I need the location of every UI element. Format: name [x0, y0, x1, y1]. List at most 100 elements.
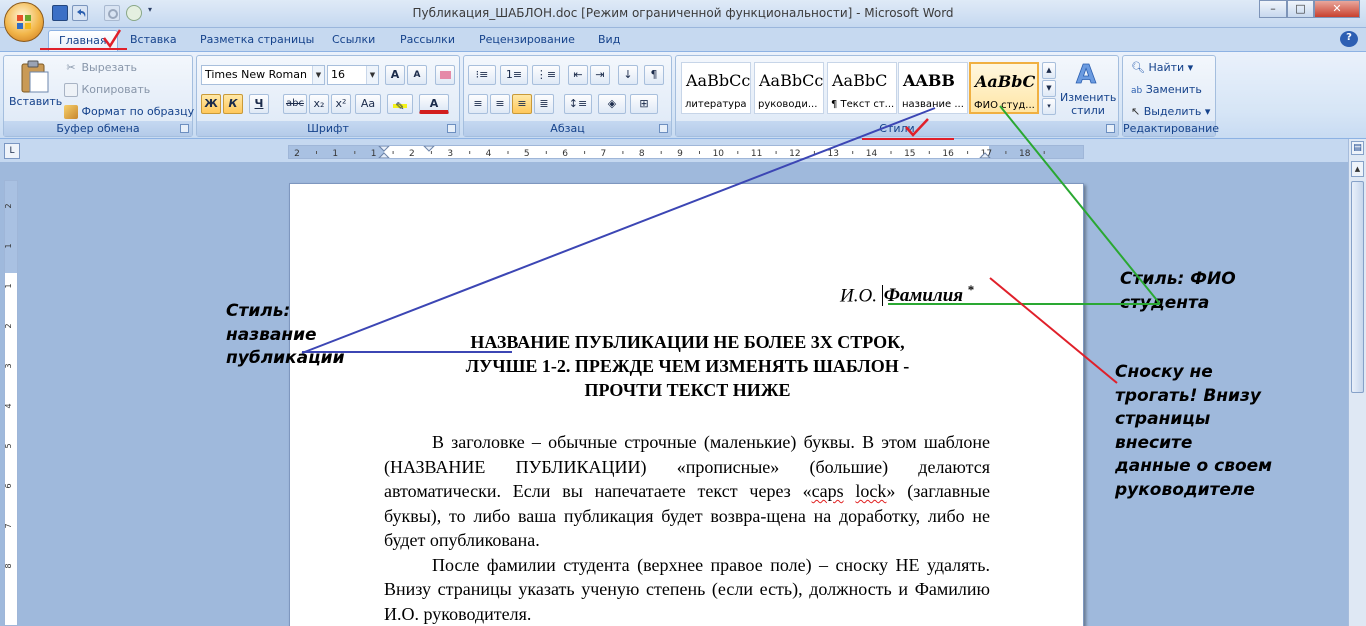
misspelled-word: caps	[811, 481, 844, 501]
copy-button[interactable]: Копировать	[64, 83, 150, 97]
ruler-tick	[737, 151, 739, 154]
paste-button[interactable]: Вставить	[9, 60, 63, 122]
close-button[interactable]: ✕	[1314, 0, 1360, 18]
ruler-tick	[469, 151, 471, 154]
indent-icon: ⇥	[595, 68, 605, 81]
ruler-toggle-icon[interactable]: ▤	[1351, 141, 1364, 155]
highlight-button[interactable]: ✎	[387, 94, 413, 114]
font-size-combo[interactable]: 16 ▼	[327, 65, 379, 85]
bold-button[interactable]: Ж	[201, 94, 221, 114]
format-painter-label: Формат по образцу	[81, 105, 195, 118]
change-styles-button[interactable]: A Изменить стили	[1060, 58, 1116, 117]
minimize-button[interactable]: –	[1259, 0, 1287, 18]
tab-page-layout[interactable]: Разметка страницы	[190, 30, 324, 51]
horizontal-ruler[interactable]: 2 1 1 2 3 4 5 6 7 8 9 10 11 12 13 14 15 16 17 18	[288, 145, 1084, 159]
align-left-icon: ≡	[473, 97, 483, 110]
find-button[interactable]: 🔍︎ Найти ▾	[1131, 61, 1193, 74]
underline-button[interactable]: Ч	[249, 94, 269, 114]
align-right-icon: ≡	[517, 97, 527, 110]
superscript-button[interactable]: x²	[331, 94, 351, 114]
increase-indent-button[interactable]: ⇥	[590, 65, 610, 85]
title-bar: ▾ Публикация_ШАБЛОН.doc [Режим ограничен…	[0, 0, 1366, 28]
tab-review[interactable]: Рецензирование	[469, 30, 585, 51]
group-label-editing: Редактирование	[1123, 121, 1219, 136]
styles-scroll-down[interactable]: ▼	[1042, 80, 1056, 97]
paragraph-launcher-icon[interactable]	[659, 124, 668, 133]
style-tekst[interactable]: AaBbC ¶ Текст ст...	[827, 62, 897, 114]
annotation-line: название	[226, 324, 317, 345]
strikethrough-button[interactable]: abc	[283, 94, 307, 114]
scrollbar-thumb[interactable]	[1351, 181, 1364, 393]
scroll-up-button[interactable]: ▲	[1351, 161, 1364, 177]
shrink-font-button[interactable]: A	[407, 65, 427, 85]
font-name-combo[interactable]: Times New Roman ▼	[201, 65, 325, 85]
italic-button[interactable]: К	[223, 94, 243, 114]
style-sample: AaBbC	[975, 72, 1036, 91]
group-paragraph: ⁝≡ 1≡ ⋮≡ ⇤ ⇥ ↓ ¶ ≡ ≡ ≡ ≣ ↕≡ ◈ ⊞ Абзац	[463, 55, 672, 137]
clear-formatting-button[interactable]	[435, 65, 455, 85]
style-rukovoditel[interactable]: AaBbCc руководи...	[754, 62, 824, 114]
tab-references[interactable]: Ссылки	[322, 30, 385, 51]
tab-selector[interactable]: L	[4, 143, 20, 159]
ruler-number: 18	[1019, 149, 1031, 158]
office-button[interactable]	[4, 2, 44, 42]
font-color-button[interactable]: A	[419, 94, 449, 114]
replace-icon: ab	[1131, 86, 1143, 96]
shading-button[interactable]: ◈	[598, 94, 626, 114]
align-center-button[interactable]: ≡	[490, 94, 510, 114]
grow-font-button[interactable]: A	[385, 65, 405, 85]
heading-line-3[interactable]: ПРОЧТИ ТЕКСТ НИЖЕ	[290, 380, 1085, 401]
multilevel-list-button[interactable]: ⋮≡	[532, 65, 560, 85]
cut-button[interactable]: ✂ Вырезать	[64, 61, 137, 75]
clipboard-launcher-icon[interactable]	[180, 124, 189, 133]
tab-insert[interactable]: Вставка	[120, 30, 187, 51]
footnote-mark[interactable]: *	[968, 282, 975, 297]
line-spacing-button[interactable]: ↕≡	[564, 94, 592, 114]
tab-view[interactable]: Вид	[588, 30, 630, 51]
ruler-number: 14	[866, 149, 878, 158]
vertical-scrollbar[interactable]: ▤ ▲	[1348, 139, 1366, 626]
chevron-down-icon[interactable]: ▼	[366, 66, 378, 84]
styles-scroll-up[interactable]: ▲	[1042, 62, 1056, 79]
styles-launcher-icon[interactable]	[1106, 124, 1115, 133]
styles-more[interactable]: ▾	[1042, 98, 1056, 115]
style-fio-student[interactable]: AaBbC ФИО студ...	[969, 62, 1039, 114]
bullets-button[interactable]: ⁝≡	[468, 65, 496, 85]
replace-button[interactable]: ab Заменить	[1131, 83, 1202, 96]
format-painter-button[interactable]: Формат по образцу	[64, 105, 194, 119]
change-case-button[interactable]: Aa	[355, 94, 381, 114]
subscript-button[interactable]: x₂	[309, 94, 329, 114]
chevron-down-icon[interactable]: ▼	[312, 66, 324, 84]
ruler-tick	[1043, 151, 1045, 154]
paste-label: Вставить	[9, 95, 63, 108]
align-left-button[interactable]: ≡	[468, 94, 488, 114]
author-line[interactable]: И.О. Фамилия *	[840, 282, 974, 307]
vertical-ruler[interactable]: 2 1 1 2 3 4 5 6 7 8	[4, 180, 18, 626]
tab-mailings[interactable]: Рассылки	[390, 30, 465, 51]
heading-line-2[interactable]: ЛУЧШЕ 1-2. ПРЕЖДЕ ЧЕМ ИЗМЕНЯТЬ ШАБЛОН -	[290, 356, 1085, 377]
font-launcher-icon[interactable]	[447, 124, 456, 133]
paragraph-1[interactable]: В заголовке – обычные строчные (маленьки…	[384, 430, 990, 553]
ruler-tick	[354, 151, 356, 154]
heading-line-1[interactable]: НАЗВАНИЕ ПУБЛИКАЦИИ НЕ БОЛЕЕ 3Х СТРОК,	[290, 332, 1085, 353]
ruler-tick	[622, 151, 624, 154]
justify-button[interactable]: ≣	[534, 94, 554, 114]
body-text[interactable]: В заголовке – обычные строчные (маленьки…	[384, 430, 990, 626]
style-nazvanie[interactable]: AABB название ...	[898, 62, 968, 114]
maximize-button[interactable]: □	[1287, 0, 1314, 18]
help-button[interactable]: ?	[1340, 31, 1358, 47]
style-literatura[interactable]: AaBbCc литература	[681, 62, 751, 114]
tab-home[interactable]: Главная	[48, 30, 118, 51]
sort-button[interactable]: ↓	[618, 65, 638, 85]
show-marks-button[interactable]: ¶	[644, 65, 664, 85]
ruler-right-margin	[989, 146, 1083, 158]
indent-marker-icon[interactable]	[422, 145, 436, 152]
document-page[interactable]: И.О. Фамилия * НАЗВАНИЕ ПУБЛИКАЦИИ НЕ БО…	[289, 183, 1084, 626]
decrease-indent-button[interactable]: ⇤	[568, 65, 588, 85]
align-right-button[interactable]: ≡	[512, 94, 532, 114]
ruler-tick	[392, 151, 394, 154]
paragraph-2[interactable]: После фамилии студента (верхнее правое п…	[384, 553, 990, 626]
borders-button[interactable]: ⊞	[630, 94, 658, 114]
numbering-button[interactable]: 1≡	[500, 65, 528, 85]
select-button[interactable]: ↖ Выделить ▾	[1131, 105, 1210, 118]
